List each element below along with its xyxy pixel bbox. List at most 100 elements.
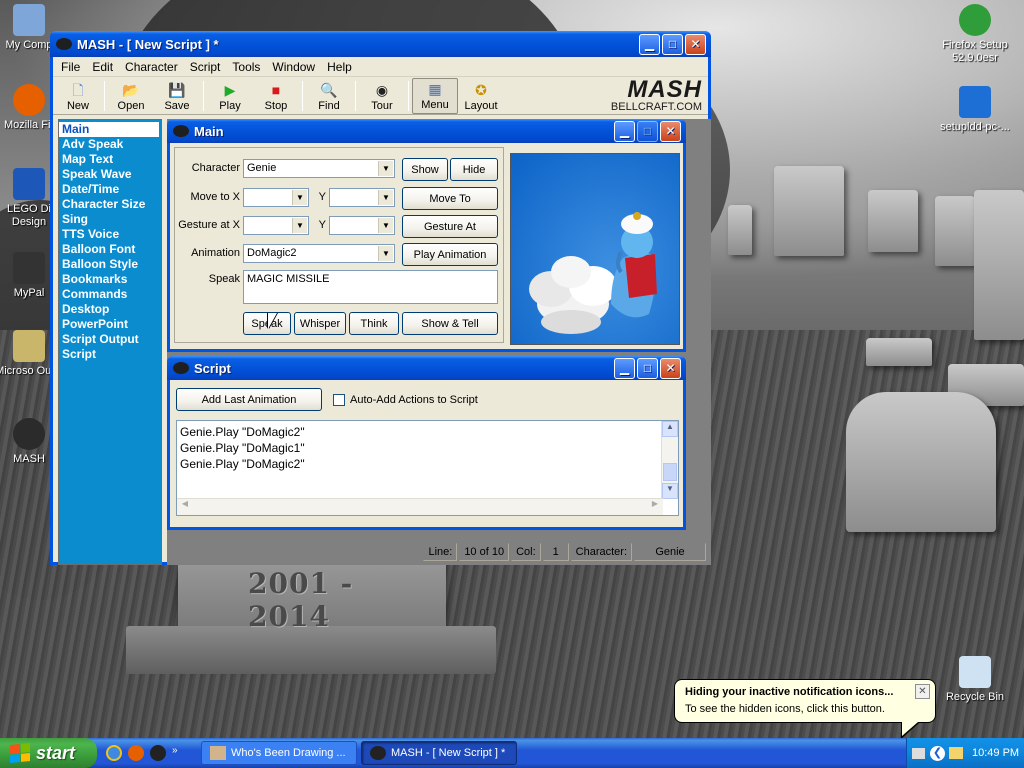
horizontal-scrollbar[interactable]: ◀ ▶	[177, 498, 663, 515]
nav-item-sing[interactable]: Sing	[59, 212, 161, 227]
scroll-left-icon[interactable]: ◀	[177, 499, 193, 515]
clock[interactable]: 10:49 PM	[972, 747, 1019, 759]
chevron-right-icon[interactable]: »	[172, 745, 178, 761]
main-panel-maximize-button[interactable]: □	[637, 120, 658, 142]
scroll-down-icon[interactable]: ▼	[662, 483, 678, 499]
mouse-cursor	[268, 313, 277, 329]
whisper-button[interactable]: Whisper	[294, 312, 346, 335]
toolbar-tour-button[interactable]: ◉ Tour	[359, 78, 405, 114]
show-hidden-icons-button[interactable]: ❮	[930, 745, 945, 761]
menu-help[interactable]: Help	[321, 58, 358, 76]
balloon-close-icon[interactable]: ✕	[915, 684, 930, 699]
auto-add-checkbox[interactable]	[333, 394, 345, 406]
script-editor[interactable]: Genie.Play "DoMagic2" Genie.Play "DoMagi…	[176, 420, 679, 516]
scroll-right-icon[interactable]: ▶	[647, 499, 663, 515]
close-button[interactable]: ✕	[685, 33, 706, 55]
toolbar-separator	[408, 80, 409, 111]
speak-textarea[interactable]: MAGIC MISSILE	[243, 270, 498, 304]
mash-icon	[370, 746, 386, 760]
nav-item-speak-wave[interactable]: Speak Wave	[59, 167, 161, 182]
move-to-button[interactable]: Move To	[402, 187, 498, 210]
move-y-select[interactable]: ▼	[329, 188, 395, 207]
nav-item-script-output[interactable]: Script Output	[59, 332, 161, 347]
show-button[interactable]: Show	[402, 158, 448, 181]
chevron-down-icon[interactable]: ▼	[292, 218, 307, 233]
desktop-icon-recycle-bin[interactable]: Recycle Bin	[936, 656, 1014, 704]
script-panel-close-button[interactable]: ✕	[660, 357, 681, 379]
menu-tools[interactable]: Tools	[226, 58, 266, 76]
move-x-select[interactable]: ▼	[243, 188, 309, 207]
chevron-down-icon[interactable]: ▼	[378, 190, 393, 205]
main-panel-titlebar[interactable]: Main ▁ □ ✕	[167, 119, 686, 143]
gesture-y-select[interactable]: ▼	[329, 216, 395, 235]
nav-item-commands[interactable]: Commands	[59, 287, 161, 302]
tombstone-engraving: 2001 - 2014	[248, 567, 354, 633]
show-and-tell-button[interactable]: Show & Tell	[402, 312, 498, 335]
taskbar-item-whos-been-drawing[interactable]: Who's Been Drawing ...	[201, 741, 357, 765]
menu-icon: ▦	[428, 80, 442, 97]
nav-item-date-time[interactable]: Date/Time	[59, 182, 161, 197]
script-panel-titlebar[interactable]: Script ▁ □ ✕	[167, 356, 686, 380]
nav-item-desktop[interactable]: Desktop	[59, 302, 161, 317]
desktop-icon-firefox-setup[interactable]: Firefox Setup 52.9.0esr	[936, 4, 1014, 65]
toolbar-menu-button[interactable]: ▦ Menu	[412, 77, 458, 114]
toolbar-stop-button[interactable]: ■ Stop	[253, 78, 299, 114]
main-panel-minimize-button[interactable]: ▁	[614, 120, 635, 142]
speak-button[interactable]: Speak	[243, 312, 291, 335]
toolbar-new-button[interactable]: 🗋 New	[55, 78, 101, 114]
gesture-x-select[interactable]: ▼	[243, 216, 309, 235]
taskbar-item-mash[interactable]: MASH - [ New Script ] *	[361, 741, 517, 765]
script-panel-maximize-button[interactable]: □	[637, 357, 658, 379]
toolbar-layout-button[interactable]: ✪ Layout	[458, 78, 504, 114]
toolbar-save-button[interactable]: 💾 Save	[154, 78, 200, 114]
gesture-at-button[interactable]: Gesture At	[402, 215, 498, 238]
keyboard-icon[interactable]	[912, 747, 925, 759]
nav-item-main[interactable]: Main	[59, 122, 159, 137]
firefox-icon[interactable]	[128, 745, 144, 761]
toolbar-find-button[interactable]: 🔍 Find	[306, 78, 352, 114]
vertical-scrollbar[interactable]: ▲ ▼	[661, 421, 678, 499]
chevron-down-icon[interactable]: ▼	[292, 190, 307, 205]
scroll-up-icon[interactable]: ▲	[662, 421, 678, 437]
nav-item-powerpoint[interactable]: PowerPoint	[59, 317, 161, 332]
ie-icon[interactable]	[106, 745, 122, 761]
nav-item-script[interactable]: Script	[59, 347, 161, 362]
menu-character[interactable]: Character	[119, 58, 184, 76]
installer-icon	[959, 4, 991, 36]
nav-item-balloon-font[interactable]: Balloon Font	[59, 242, 161, 257]
chevron-down-icon[interactable]: ▼	[378, 161, 393, 176]
chevron-down-icon[interactable]: ▼	[378, 218, 393, 233]
toolbar-play-button[interactable]: ▶ Play	[207, 78, 253, 114]
mash-icon[interactable]	[150, 745, 166, 761]
stop-icon: ■	[271, 81, 281, 98]
nav-item-map-text[interactable]: Map Text	[59, 152, 161, 167]
minimize-button[interactable]: ▁	[639, 33, 660, 55]
script-panel-minimize-button[interactable]: ▁	[614, 357, 635, 379]
scroll-thumb[interactable]	[663, 463, 677, 481]
nav-item-character-size[interactable]: Character Size	[59, 197, 161, 212]
balloon-tail-fill	[902, 722, 918, 736]
maximize-button[interactable]: □	[662, 33, 683, 55]
menu-file[interactable]: File	[55, 58, 86, 76]
menu-edit[interactable]: Edit	[86, 58, 119, 76]
desktop-icon-setupldd[interactable]: setupldd-pc-...	[936, 86, 1014, 134]
nav-item-adv-speak[interactable]: Adv Speak	[59, 137, 161, 152]
notification-balloon[interactable]: Hiding your inactive notification icons.…	[674, 679, 936, 739]
nav-item-tts-voice[interactable]: TTS Voice	[59, 227, 161, 242]
nav-item-bookmarks[interactable]: Bookmarks	[59, 272, 161, 287]
menu-script[interactable]: Script	[184, 58, 227, 76]
nav-item-balloon-style[interactable]: Balloon Style	[59, 257, 161, 272]
toolbar-open-button[interactable]: 📂 Open	[108, 78, 154, 114]
chevron-down-icon[interactable]: ▼	[378, 246, 393, 261]
animation-select[interactable]: DoMagic2 ▼	[243, 244, 395, 263]
network-icon[interactable]	[949, 747, 963, 759]
main-panel-close-button[interactable]: ✕	[660, 120, 681, 142]
character-select[interactable]: Genie ▼	[243, 159, 395, 178]
play-animation-button[interactable]: Play Animation	[402, 243, 498, 266]
add-last-animation-button[interactable]: Add Last Animation	[176, 388, 322, 411]
menu-window[interactable]: Window	[266, 58, 321, 76]
think-button[interactable]: Think	[349, 312, 399, 335]
hide-button[interactable]: Hide	[450, 158, 498, 181]
mash-titlebar[interactable]: MASH - [ New Script ] * ▁ □ ✕	[50, 31, 711, 57]
start-button[interactable]: start	[0, 738, 97, 768]
